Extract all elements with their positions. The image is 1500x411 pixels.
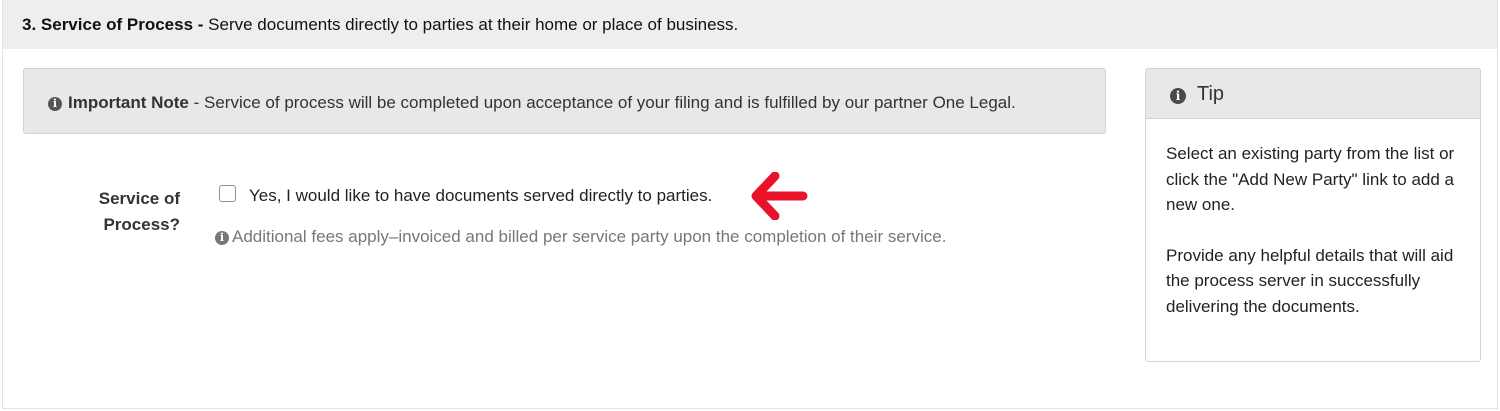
- info-icon: i: [1170, 88, 1186, 104]
- tip-paragraph-2: Provide any helpful details that will ai…: [1166, 245, 1454, 316]
- fees-help-text: i Additional fees apply–invoiced and bill…: [215, 227, 946, 247]
- service-of-process-checkbox-label[interactable]: Yes, I would like to have documents serv…: [249, 186, 712, 206]
- service-of-process-checkbox[interactable]: [219, 185, 236, 202]
- tip-body: Select an existing party from the list o…: [1146, 119, 1480, 319]
- important-note: i Important Note - Service of process wil…: [23, 68, 1106, 134]
- red-arrow-left-icon: [751, 172, 808, 220]
- info-icon: i: [215, 231, 229, 245]
- tip-paragraph-1: Select an existing party from the list o…: [1166, 144, 1455, 214]
- service-of-process-panel: 3. Service of Process - Serve documents …: [2, 0, 1498, 409]
- section-header: 3. Service of Process - Serve documents …: [3, 0, 1497, 49]
- tip-header: i Tip: [1146, 69, 1480, 119]
- info-icon: i: [48, 97, 62, 111]
- service-of-process-label: Service of Process?: [63, 186, 180, 238]
- section-description: Serve documents directly to parties at t…: [208, 15, 739, 34]
- tip-box: i Tip Select an existing party from the l…: [1145, 68, 1481, 362]
- section-title: 3. Service of Process -: [22, 15, 204, 34]
- note-title: Important Note: [68, 93, 189, 112]
- tip-title: Tip: [1197, 83, 1225, 105]
- help-text: Additional fees apply–invoiced and bille…: [232, 227, 947, 246]
- label-line-2: Process?: [103, 215, 180, 234]
- note-text: - Service of process will be completed u…: [193, 93, 1016, 112]
- label-line-1: Service of: [98, 189, 180, 208]
